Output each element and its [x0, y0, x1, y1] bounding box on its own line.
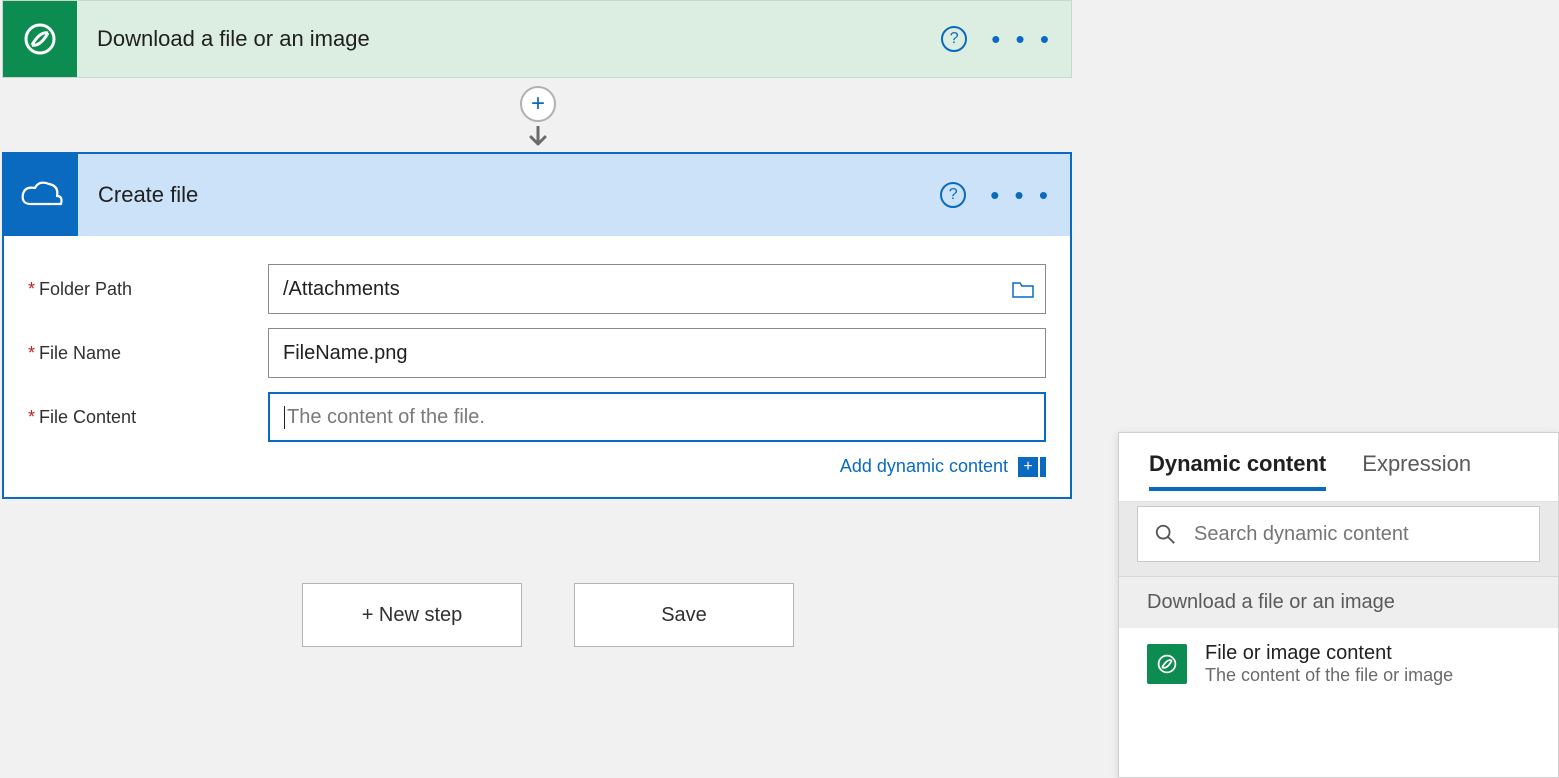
dc-item-subtitle: The content of the file or image [1205, 665, 1453, 686]
dc-item-title: File or image content [1205, 642, 1453, 665]
field-file-name: *File Name FileName.png [28, 328, 1046, 378]
search-input[interactable] [1137, 506, 1540, 562]
more-icon[interactable]: • • • [990, 190, 1052, 200]
search-field[interactable] [1194, 523, 1523, 546]
dataverse-icon [1147, 644, 1187, 684]
field-file-content: *File Content The content of the file. [28, 392, 1046, 442]
tab-expression[interactable]: Expression [1362, 451, 1471, 491]
search-icon [1154, 523, 1176, 545]
field-folder-path: *Folder Path /Attachments [28, 264, 1046, 314]
file-content-label: File Content [39, 407, 136, 427]
insert-step-button[interactable]: + [520, 86, 556, 122]
dynamic-content-popout: Dynamic content Expression Download a fi… [1118, 432, 1559, 778]
add-dynamic-content-link[interactable]: Add dynamic content [840, 456, 1008, 477]
onedrive-icon [4, 154, 78, 236]
file-content-input[interactable]: The content of the file. [268, 392, 1046, 442]
help-icon[interactable]: ? [940, 182, 966, 208]
file-name-label: File Name [39, 343, 121, 363]
file-name-value: FileName.png [283, 342, 408, 365]
add-dynamic-content-toggle[interactable]: + [1018, 457, 1046, 477]
tab-dynamic-content[interactable]: Dynamic content [1149, 451, 1326, 491]
create-file-header[interactable]: Create file ? • • • [4, 154, 1070, 236]
arrow-down-icon [528, 126, 548, 148]
create-file-title: Create file [98, 182, 940, 208]
folder-picker-icon[interactable] [1011, 279, 1035, 299]
dc-group-label: Download a file or an image [1119, 577, 1558, 628]
download-card-title: Download a file or an image [97, 26, 941, 52]
file-name-input[interactable]: FileName.png [268, 328, 1046, 378]
dc-item-file-or-image-content[interactable]: File or image content The content of the… [1119, 628, 1558, 700]
help-icon[interactable]: ? [941, 26, 967, 52]
folder-path-value: /Attachments [283, 278, 400, 301]
action-card-create-file: Create file ? • • • *Folder Path /Attach… [2, 152, 1072, 499]
save-button[interactable]: Save [574, 583, 794, 647]
action-card-download[interactable]: Download a file or an image ? • • • [2, 0, 1072, 78]
folder-path-input[interactable]: /Attachments [268, 264, 1046, 314]
insert-connector: + [518, 80, 558, 148]
new-step-button[interactable]: + New step [302, 583, 522, 647]
plus-icon: + [1018, 457, 1038, 477]
dataverse-icon [3, 1, 77, 77]
file-content-placeholder: The content of the file. [284, 406, 485, 429]
more-icon[interactable]: • • • [991, 34, 1053, 44]
folder-path-label: Folder Path [39, 279, 132, 299]
